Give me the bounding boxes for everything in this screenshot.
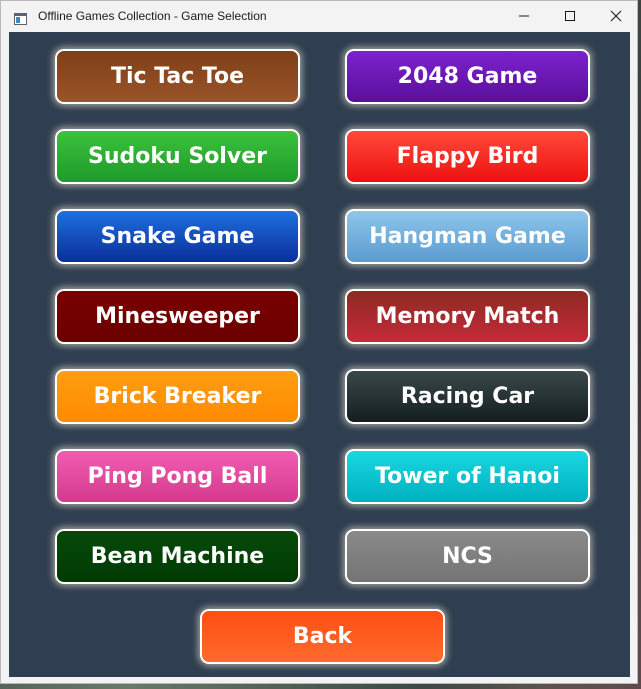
sudoku-solver-button[interactable]: Sudoku Solver xyxy=(55,129,300,184)
close-icon xyxy=(610,7,622,26)
ping-pong-ball-button[interactable]: Ping Pong Ball xyxy=(55,449,300,504)
window-app-icon xyxy=(14,10,27,25)
tower-of-hanoi-button[interactable]: Tower of Hanoi xyxy=(345,449,590,504)
hangman-game-button[interactable]: Hangman Game xyxy=(345,209,590,264)
racing-car-button[interactable]: Racing Car xyxy=(345,369,590,424)
brick-breaker-button[interactable]: Brick Breaker xyxy=(55,369,300,424)
title-bar[interactable]: Offline Games Collection - Game Selectio… xyxy=(1,1,637,32)
memory-match-button[interactable]: Memory Match xyxy=(345,289,590,344)
app-window: Offline Games Collection - Game Selectio… xyxy=(0,0,638,684)
window-title: Offline Games Collection - Game Selectio… xyxy=(38,9,267,23)
bean-machine-button[interactable]: Bean Machine xyxy=(55,529,300,584)
close-button[interactable] xyxy=(593,1,637,32)
tic-tac-toe-button[interactable]: Tic Tac Toe xyxy=(55,49,300,104)
minimize-button[interactable] xyxy=(501,1,547,32)
maximize-button[interactable] xyxy=(547,1,593,32)
ncs-button[interactable]: NCS xyxy=(345,529,590,584)
snake-game-button[interactable]: Snake Game xyxy=(55,209,300,264)
game-selection-panel: Tic Tac Toe 2048 Game Sudoku Solver Flap… xyxy=(9,32,630,677)
2048-game-button[interactable]: 2048 Game xyxy=(345,49,590,104)
minesweeper-button[interactable]: Minesweeper xyxy=(55,289,300,344)
minimize-icon xyxy=(518,7,530,26)
flappy-bird-button[interactable]: Flappy Bird xyxy=(345,129,590,184)
maximize-icon xyxy=(564,7,576,26)
back-button[interactable]: Back xyxy=(200,609,445,664)
